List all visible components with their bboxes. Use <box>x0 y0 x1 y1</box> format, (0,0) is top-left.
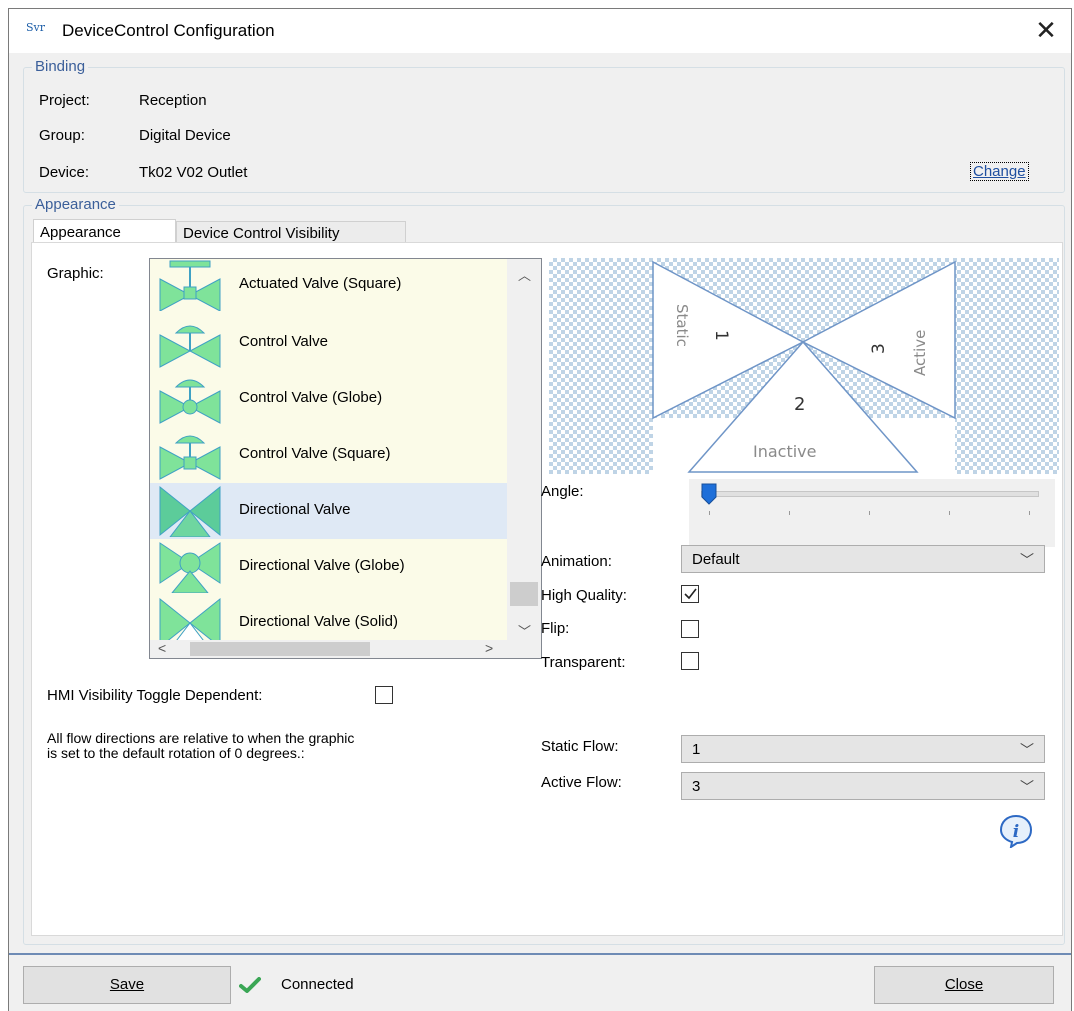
graphic-item-label: Directional Valve (Globe) <box>239 557 405 574</box>
animation-label: Animation: <box>541 553 612 570</box>
close-button-label: Close <box>944 976 984 993</box>
angle-slider[interactable] <box>689 479 1055 547</box>
graphic-item-label: Control Valve <box>239 333 328 350</box>
footer-separator <box>9 953 1071 955</box>
active-flow-value: 3 <box>692 778 701 795</box>
graphic-item-label: Control Valve (Square) <box>239 445 391 462</box>
scroll-right-icon[interactable]: > <box>485 640 493 656</box>
vertical-scroll-thumb[interactable] <box>510 582 538 606</box>
group-value: Digital Device <box>139 127 231 144</box>
horizontal-scroll-thumb[interactable] <box>190 642 370 656</box>
inactive-label: Inactive <box>753 442 817 461</box>
animation-dropdown[interactable]: Default ﹀ <box>681 545 1045 573</box>
chevron-down-icon: ﹀ <box>1020 742 1034 758</box>
directional-valve-globe-icon <box>159 542 221 593</box>
high-quality-checkbox[interactable] <box>681 585 699 603</box>
flip-label: Flip: <box>541 620 570 637</box>
transparent-checkbox[interactable] <box>681 652 699 670</box>
app-logo-icon: Svr <box>26 21 46 34</box>
dialog-window: Svr DeviceControl Configuration ✕ Bindin… <box>8 8 1072 1011</box>
title-bar[interactable]: Svr DeviceControl Configuration ✕ <box>9 9 1071 53</box>
window-title: DeviceControl Configuration <box>62 21 275 40</box>
angle-slider-track[interactable] <box>701 491 1039 497</box>
list-item[interactable]: Control Valve (Square) <box>150 427 507 483</box>
control-valve-square-icon <box>159 435 221 480</box>
connection-status: Connected <box>281 976 354 993</box>
check-icon <box>239 977 261 997</box>
list-vertical-scrollbar[interactable]: ︿ ﹀ <box>507 259 541 641</box>
port-2-label: 2 <box>794 394 806 415</box>
static-flow-label: Static Flow: <box>541 738 619 755</box>
list-item[interactable]: Control Valve (Globe) <box>150 371 507 427</box>
static-flow-value: 1 <box>692 741 701 758</box>
device-label: Device: <box>39 164 90 181</box>
list-item[interactable]: Control Valve <box>150 315 507 371</box>
angle-slider-thumb[interactable] <box>701 483 717 505</box>
graphic-item-label: Control Valve (Globe) <box>239 389 383 406</box>
project-value: Reception <box>139 92 207 109</box>
hmi-toggle-checkbox[interactable] <box>375 686 393 704</box>
change-device-link[interactable]: Change <box>970 162 1029 181</box>
chevron-down-icon: ﹀ <box>1020 779 1034 795</box>
static-flow-dropdown[interactable]: 1 ﹀ <box>681 735 1045 763</box>
scroll-down-icon[interactable]: ﹀ <box>518 621 531 640</box>
graphic-item-label: Directional Valve (Solid) <box>239 613 398 630</box>
active-flow-dropdown[interactable]: 3 ﹀ <box>681 772 1045 800</box>
control-valve-globe-icon <box>159 379 221 424</box>
project-label: Project: <box>39 92 90 109</box>
directional-valve-icon <box>159 485 221 537</box>
save-button-label: Save <box>109 976 145 993</box>
port-3-label: 3 <box>869 343 889 354</box>
animation-value: Default <box>692 551 740 568</box>
actuated-valve-square-icon <box>159 260 221 311</box>
graphic-label: Graphic: <box>47 265 104 282</box>
group-label: Group: <box>39 127 85 144</box>
active-label: Active <box>911 329 929 376</box>
graphic-list[interactable]: Actuated Valve (Square) Control Valve Co… <box>149 258 542 659</box>
port-1-label: 1 <box>711 330 731 341</box>
save-button[interactable]: Save <box>23 966 231 1004</box>
high-quality-label: High Quality: <box>541 587 627 604</box>
info-icon[interactable]: i <box>999 814 1033 850</box>
transparent-label: Transparent: <box>541 654 626 671</box>
scroll-up-icon[interactable]: ︿ <box>518 265 531 284</box>
angle-label: Angle: <box>541 483 584 500</box>
flow-note-line-2: is set to the default rotation of 0 degr… <box>47 745 305 761</box>
flow-note-line-1: All flow directions are relative to when… <box>47 730 355 746</box>
close-button[interactable]: Close <box>874 966 1054 1004</box>
active-flow-label: Active Flow: <box>541 774 622 791</box>
close-icon[interactable]: ✕ <box>1031 15 1061 45</box>
graphic-item-label: Actuated Valve (Square) <box>239 275 402 292</box>
control-valve-icon <box>159 325 221 368</box>
static-label: Static <box>673 304 691 347</box>
graphic-item-label: Directional Valve <box>239 501 351 518</box>
chevron-down-icon: ﹀ <box>1020 552 1034 568</box>
angle-slider-ticks <box>709 511 1030 515</box>
list-item-selected[interactable]: Directional Valve <box>150 483 507 539</box>
list-horizontal-scrollbar[interactable]: < > <box>150 640 541 658</box>
graphic-preview: Static 1 3 Active 2 Inactive <box>549 258 1059 474</box>
appearance-legend: Appearance <box>32 196 119 213</box>
flip-checkbox[interactable] <box>681 620 699 638</box>
list-item[interactable]: Actuated Valve (Square) <box>150 259 507 313</box>
binding-legend: Binding <box>32 58 89 75</box>
list-item[interactable]: Directional Valve (Globe) <box>150 539 507 595</box>
hmi-toggle-label: HMI Visibility Toggle Dependent: <box>47 687 263 704</box>
device-value: Tk02 V02 Outlet <box>139 164 248 181</box>
svg-text:i: i <box>1013 822 1019 842</box>
scroll-left-icon[interactable]: < <box>158 640 166 656</box>
